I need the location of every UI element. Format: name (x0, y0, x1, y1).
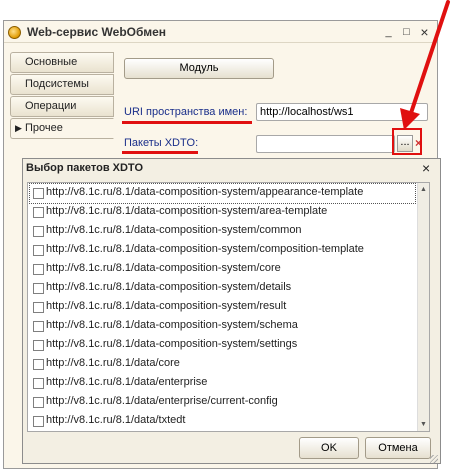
checkbox[interactable] (33, 378, 44, 389)
checkbox[interactable] (33, 321, 44, 332)
list-item[interactable]: http://v8.1c.ru/8.1/data/enterprise/curr… (30, 393, 415, 412)
list-scrollbar[interactable] (417, 183, 429, 431)
package-uri: http://v8.1c.ru/8.1/data/txtedt (46, 414, 186, 426)
package-uri: http://v8.1c.ru/8.1/data-composition-sys… (46, 224, 302, 236)
package-uri: http://v8.1c.ru/8.1/data-composition-sys… (46, 300, 287, 312)
package-uri: http://v8.1c.ru/8.1/data-composition-sys… (46, 186, 364, 198)
checkbox[interactable] (33, 245, 44, 256)
checkbox[interactable] (33, 264, 44, 275)
resize-grip-icon[interactable] (430, 455, 438, 463)
list-item[interactable]: http://v8.1c.ru/8.1/data-composition-sys… (30, 260, 415, 279)
checkbox[interactable] (33, 397, 44, 408)
packages-list: http://v8.1c.ru/8.1/data-composition-sys… (27, 182, 430, 432)
package-uri: http://v8.1c.ru/8.1/data-composition-sys… (46, 338, 298, 350)
list-item[interactable]: http://v8.1c.ru/8.1/data-composition-sys… (30, 336, 415, 355)
checkbox[interactable] (33, 283, 44, 294)
list-item[interactable]: http://v8.1c.ru/8.1/data-composition-sys… (30, 222, 415, 241)
checkbox[interactable] (33, 188, 44, 199)
package-uri: http://v8.1c.ru/8.1/data-composition-sys… (46, 243, 364, 255)
list-item[interactable]: http://v8.1c.ru/8.1/data-composition-sys… (30, 241, 415, 260)
list-item[interactable]: http://v8.1c.ru/8.1/data-composition-sys… (30, 203, 415, 222)
scroll-up-icon[interactable]: ▲ (418, 184, 429, 195)
list-item[interactable]: http://v8.1c.ru/8.1/data-composition-sys… (30, 298, 415, 317)
ok-button[interactable]: OK (299, 437, 359, 459)
package-uri: http://v8.1c.ru/8.1/data/core (46, 357, 180, 369)
list-item[interactable]: http://v8.1c.ru/8.1/data-composition-sys… (30, 279, 415, 298)
list-item[interactable]: http://v8.1c.ru/8.1/data/txtedt (30, 412, 415, 431)
checkbox[interactable] (33, 302, 44, 313)
package-uri: http://v8.1c.ru/8.1/data-composition-sys… (46, 205, 328, 217)
list-item[interactable]: http://v8.1c.ru/8.1/data/enterprise (30, 374, 415, 393)
package-uri: http://v8.1c.ru/8.1/data/enterprise/curr… (46, 395, 278, 407)
cancel-button[interactable]: Отмена (365, 437, 431, 459)
list-item[interactable]: http://v8.1c.ru/8.1/data-composition-sys… (29, 183, 416, 204)
package-uri: http://v8.1c.ru/8.1/data-composition-sys… (46, 281, 292, 293)
dialog-title: Выбор пакетов XDTO (26, 162, 144, 174)
scroll-down-icon[interactable]: ▼ (418, 419, 429, 430)
checkbox[interactable] (33, 340, 44, 351)
list-item[interactable]: http://v8.1c.ru/8.1/data-composition-sys… (30, 317, 415, 336)
checkbox[interactable] (33, 416, 44, 427)
dialog-close-icon[interactable]: × (422, 160, 430, 176)
package-uri: http://v8.1c.ru/8.1/data-composition-sys… (46, 319, 298, 331)
checkbox[interactable] (33, 226, 44, 237)
package-uri: http://v8.1c.ru/8.1/data/enterprise (46, 376, 208, 388)
checkbox[interactable] (33, 207, 44, 218)
checkbox[interactable] (33, 359, 44, 370)
list-item[interactable]: http://v8.1c.ru/8.1/data/core (30, 355, 415, 374)
package-uri: http://v8.1c.ru/8.1/data-composition-sys… (46, 262, 281, 274)
